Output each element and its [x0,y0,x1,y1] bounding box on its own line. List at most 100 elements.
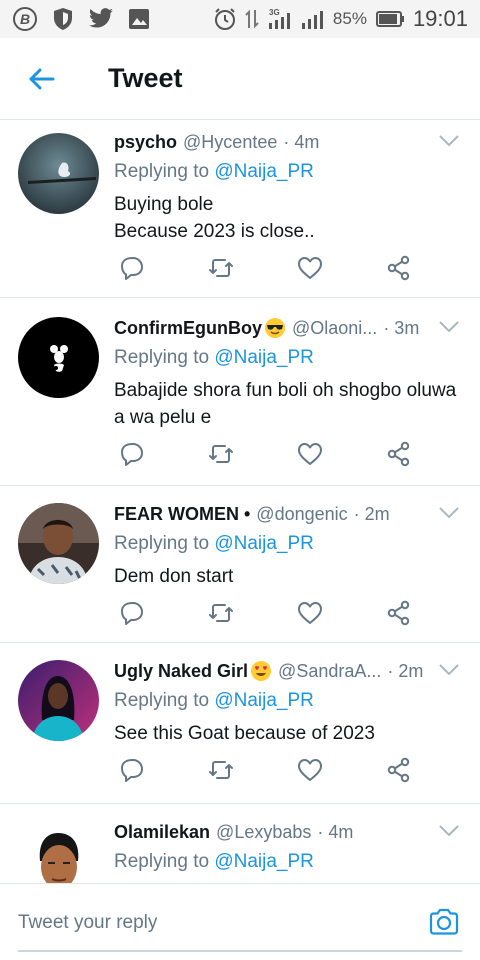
tweet-header-row: Ugly Naked Girl @SandraA... · 2m [114,659,464,683]
tweet-item[interactable]: psycho @Hycentee · 4m Replying to @Naija… [0,120,480,298]
heart-icon [298,443,322,465]
display-name[interactable]: ConfirmEgunBoy [114,318,262,339]
share-button[interactable] [385,440,413,468]
tweet-actions [118,756,418,784]
reply-input[interactable] [18,908,398,938]
replying-prefix: Replying to [114,851,215,872]
replying-to: Replying to @Naija_PR [114,533,464,557]
tweet-header-row: ConfirmEgunBoy @Olaoni... · 3m [114,316,464,340]
user-handle[interactable]: @Hycentee [183,132,277,153]
chevron-down-icon[interactable] [438,320,460,334]
tweet-body: Ugly Naked Girl @SandraA... · 2m Replyin… [114,659,464,747]
share-icon [387,757,410,783]
svg-text:B: B [20,11,30,27]
tweet-header-row: FEAR WOMEN • @dongenic · 2m [114,502,464,526]
status-time: 19:01 [412,6,468,31]
avatar-image [18,317,99,398]
user-handle[interactable]: @SandraA... [278,661,381,682]
replying-to: Replying to @Naija_PR [114,347,464,371]
tweet-item[interactable]: FEAR WOMEN • @dongenic · 2m Replying to … [0,486,480,643]
tweet-item[interactable]: Ugly Naked Girl @SandraA... · 2m Replyin… [0,643,480,804]
reply-icon [121,443,143,466]
b-notification-icon: B [13,7,37,31]
like-button[interactable] [296,440,324,468]
share-button[interactable] [385,254,413,282]
status-bar: B 3G 85% 19:01 [0,0,480,38]
avatar-image [18,821,99,883]
battery-percent: 85% [332,9,367,28]
tweet-item[interactable]: Olamilekan @Lexybabs · 4m Replying to @N… [0,804,480,883]
mention-link[interactable]: @Naija_PR [214,347,314,368]
signal-icon [301,11,323,29]
display-name[interactable]: FEAR WOMEN • [114,504,250,525]
retweet-button[interactable] [207,254,235,282]
retweet-icon [209,761,233,779]
share-icon [387,600,410,626]
chevron-down-icon[interactable] [438,824,460,838]
share-button[interactable] [385,756,413,784]
tweet-time: · 4m [317,821,354,842]
tweet-text-line: Buying bole [114,194,214,215]
chevron-down-icon[interactable] [438,134,460,148]
signal-3g-icon: 3G [268,8,290,29]
back-button[interactable] [0,38,84,120]
tweet-actions [118,254,418,282]
retweet-button[interactable] [207,440,235,468]
chevron-down-icon[interactable] [438,663,460,677]
tweet-text: See this Goat because of 2023 [114,720,464,747]
tweet-time: · 2m [353,503,390,524]
avatar-image [18,660,99,741]
page-title: Tweet [108,63,183,93]
chevron-down-icon[interactable] [438,506,460,520]
like-button[interactable] [296,254,324,282]
replies-feed[interactable]: psycho @Hycentee · 4m Replying to @Naija… [0,120,480,883]
avatar[interactable] [18,821,99,883]
avatar-image [18,503,99,584]
reply-button[interactable] [118,599,146,627]
avatar[interactable] [18,503,99,584]
tweet-actions [118,599,418,627]
reply-button[interactable] [118,756,146,784]
tweet-time: · 4m [283,131,320,152]
user-handle[interactable]: @dongenic [256,504,347,525]
heart-icon [298,602,322,624]
tweet-header-row: Olamilekan @Lexybabs · 4m [114,820,464,844]
replying-prefix: Replying to [114,690,215,711]
network-label: 3G [269,8,280,17]
reply-button[interactable] [118,440,146,468]
retweet-icon [209,604,233,622]
status-bar-left: B [12,6,150,32]
reply-icon [121,257,143,280]
display-name[interactable]: Ugly Naked Girl [114,661,248,682]
reply-button[interactable] [118,254,146,282]
reply-icon [121,759,143,782]
display-name[interactable]: Olamilekan [114,822,210,843]
retweet-icon [209,445,233,463]
mention-link[interactable]: @Naija_PR [214,690,314,711]
display-name[interactable]: psycho [114,132,177,153]
mention-link[interactable]: @Naija_PR [214,851,314,872]
user-handle[interactable]: @Lexybabs [216,822,311,843]
avatar[interactable] [18,317,99,398]
tweet-text: Buying bole Because 2023 is close.. [114,191,464,245]
tweet-item[interactable]: ConfirmEgunBoy @Olaoni... · 3m Replying … [0,298,480,486]
share-button[interactable] [385,599,413,627]
avatar[interactable] [18,133,99,214]
reply-icon [121,602,143,625]
retweet-button[interactable] [207,756,235,784]
user-handle[interactable]: @Olaoni... [292,318,377,339]
tweet-text-line: a wa pelu e [114,407,212,428]
like-button[interactable] [296,756,324,784]
reply-composer [0,883,480,960]
heart-icon [298,759,322,781]
replying-prefix: Replying to [114,533,215,554]
avatar[interactable] [18,660,99,741]
tweet-time: · 3m [383,317,420,338]
mention-link[interactable]: @Naija_PR [214,161,314,182]
twitter-bird-icon [89,8,113,28]
tweet-text-line: Dem don start [114,566,234,587]
mention-link[interactable]: @Naija_PR [214,533,314,554]
retweet-button[interactable] [207,599,235,627]
camera-icon[interactable] [428,906,460,938]
like-button[interactable] [296,599,324,627]
